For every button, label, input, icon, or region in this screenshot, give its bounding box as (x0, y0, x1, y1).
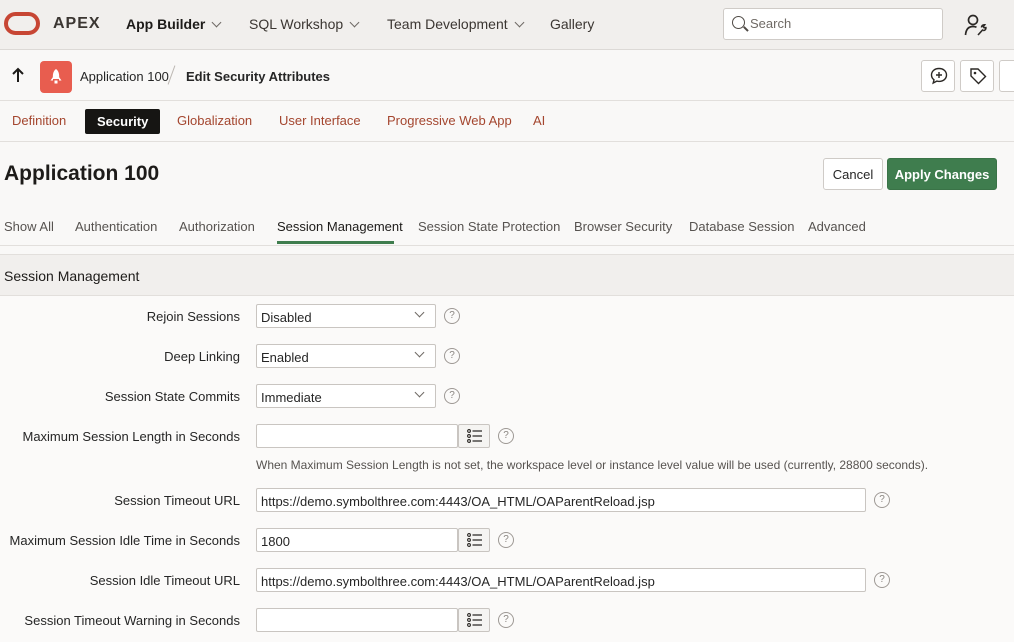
user-wrench-icon[interactable] (964, 13, 988, 37)
session-state-commits-select[interactable]: Immediate (256, 384, 436, 408)
chevron-down-icon (211, 17, 222, 27)
subtab-show-all[interactable]: Show All (4, 219, 54, 234)
subtab-browser-security[interactable]: Browser Security (574, 219, 672, 234)
session-state-commits-label: Session State Commits (104, 389, 240, 404)
subtab-advanced[interactable]: Advanced (808, 219, 866, 234)
deep-linking-select[interactable]: Enabled (256, 344, 436, 368)
active-tab-indicator (277, 241, 394, 244)
max-idle-time-field[interactable]: 1800 (256, 528, 458, 552)
tab-definition[interactable]: Definition (12, 113, 66, 128)
region-title: Session Management (4, 268, 140, 284)
list-icon (467, 429, 482, 443)
apply-changes-button[interactable]: Apply Changes (887, 158, 997, 190)
subtab-authentication[interactable]: Authentication (75, 219, 157, 234)
nav-team-development[interactable]: Team Development (387, 16, 525, 32)
cancel-button[interactable]: Cancel (823, 158, 883, 190)
tag-icon (970, 68, 987, 85)
session-idle-timeout-url-field[interactable]: https://demo.symbolthree.com:4443/OA_HTM… (256, 568, 866, 592)
subtab-authorization[interactable]: Authorization (179, 219, 255, 234)
apex-brand[interactable]: APEX (53, 15, 101, 33)
tab-progressive-web-app[interactable]: Progressive Web App (387, 113, 512, 128)
max-session-length-field[interactable] (256, 424, 458, 448)
session-timeout-url-label: Session Timeout URL (114, 493, 240, 508)
session-idle-timeout-url-label: Session Idle Timeout URL (89, 573, 240, 588)
help-icon[interactable]: ? (498, 428, 514, 444)
search-input[interactable] (750, 16, 935, 31)
search-icon (732, 16, 745, 29)
nav-team-development-label: Team Development (387, 16, 508, 32)
definition-tabs: Definition Security Globalization User I… (0, 101, 1014, 142)
help-icon[interactable]: ? (874, 492, 890, 508)
bookmark-button[interactable] (960, 60, 994, 92)
search-box[interactable] (723, 8, 943, 40)
chevron-down-icon (414, 347, 425, 358)
nav-gallery[interactable]: Gallery (550, 16, 594, 32)
divider (0, 245, 1014, 246)
list-icon (467, 613, 482, 627)
tab-security[interactable]: Security (85, 109, 161, 134)
list-of-values-button[interactable] (458, 608, 490, 632)
nav-sql-workshop-label: SQL Workshop (249, 16, 344, 32)
subtab-session-state-protection[interactable]: Session State Protection (418, 219, 560, 234)
session-state-commits-value: Immediate (261, 390, 322, 405)
nav-sql-workshop[interactable]: SQL Workshop (249, 16, 360, 32)
rejoin-sessions-label: Rejoin Sessions (146, 309, 240, 324)
subtab-database-session[interactable]: Database Session (689, 219, 795, 234)
subtab-session-management[interactable]: Session Management (277, 219, 403, 234)
max-session-length-hint: When Maximum Session Length is not set, … (256, 458, 929, 472)
nav-app-builder[interactable]: App Builder (126, 16, 222, 32)
session-timeout-warning-label: Session Timeout Warning in Seconds (24, 613, 240, 628)
list-of-values-button[interactable] (458, 528, 490, 552)
top-navigation: APEX App Builder SQL Workshop Team Devel… (0, 0, 1014, 50)
comment-plus-icon (930, 67, 948, 85)
list-icon (467, 533, 482, 547)
tab-globalization[interactable]: Globalization (177, 113, 252, 128)
rocket-icon (50, 69, 62, 84)
help-icon[interactable]: ? (498, 532, 514, 548)
rejoin-sessions-value: Disabled (261, 310, 312, 325)
page-title: Application 100 (4, 162, 160, 185)
help-icon[interactable]: ? (498, 612, 514, 628)
deep-linking-value: Enabled (261, 350, 309, 365)
help-icon[interactable]: ? (444, 308, 460, 324)
max-session-length-label: Maximum Session Length in Seconds (22, 429, 240, 444)
comment-add-button[interactable] (921, 60, 955, 92)
help-icon[interactable]: ? (874, 572, 890, 588)
chevron-down-icon (349, 17, 360, 27)
help-icon[interactable]: ? (444, 388, 460, 404)
deep-linking-label: Deep Linking (164, 349, 240, 364)
chevron-down-icon (514, 17, 525, 27)
breadcrumb-bar: Application 100 Edit Security Attributes (0, 51, 1014, 101)
tab-ai[interactable]: AI (533, 113, 545, 128)
region-header: Session Management (0, 254, 1014, 296)
app-icon (40, 61, 72, 93)
session-timeout-warning-field[interactable] (256, 608, 458, 632)
oracle-logo-icon[interactable] (4, 12, 40, 35)
session-timeout-url-field[interactable]: https://demo.symbolthree.com:4443/OA_HTM… (256, 488, 866, 512)
list-of-values-button[interactable] (458, 424, 490, 448)
rejoin-sessions-select[interactable]: Disabled (256, 304, 436, 328)
chevron-down-icon (414, 387, 425, 398)
chevron-down-icon (414, 307, 425, 318)
breadcrumb-current-page: Edit Security Attributes (186, 69, 330, 84)
max-idle-time-label: Maximum Session Idle Time in Seconds (9, 533, 240, 548)
arrow-up-icon[interactable] (10, 66, 26, 84)
nav-gallery-label: Gallery (550, 16, 595, 32)
tab-user-interface[interactable]: User Interface (279, 113, 361, 128)
nav-app-builder-label: App Builder (126, 16, 206, 32)
help-icon[interactable]: ? (444, 348, 460, 364)
breadcrumb-application[interactable]: Application 100 (80, 69, 169, 84)
more-actions-button[interactable] (999, 60, 1014, 92)
